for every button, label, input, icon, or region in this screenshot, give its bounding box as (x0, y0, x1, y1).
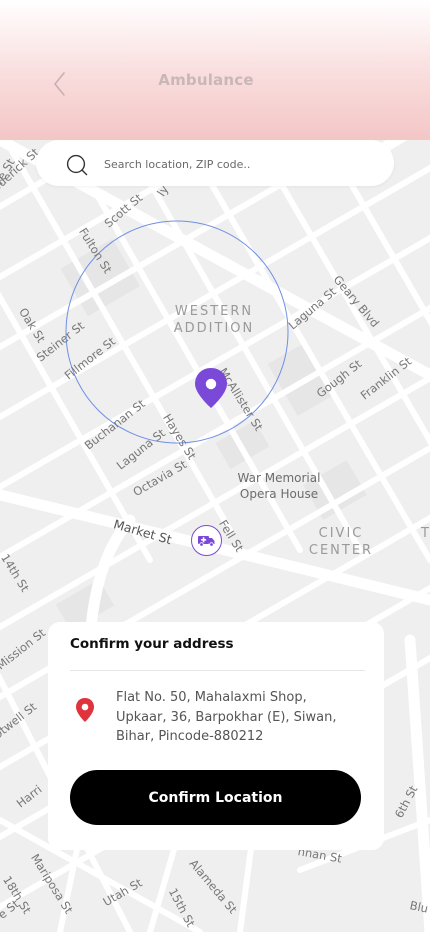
confirm-address-card: Confirm your address Flat No. 50, Mahala… (48, 622, 384, 850)
confirm-location-button[interactable]: Confirm Location (70, 770, 361, 825)
poi-opera-house: War Memorial Opera House (237, 471, 321, 501)
area-label-western-addition: WESTERN ADDITION (173, 304, 255, 336)
address-text: Flat No. 50, Mahalaxmi Shop, Upkaar, 36,… (116, 690, 337, 744)
search-bar[interactable] (36, 140, 394, 186)
area-label-edge: T (421, 526, 430, 541)
location-pin-icon[interactable] (193, 367, 229, 409)
page-title: Ambulance (158, 71, 254, 89)
divider (70, 670, 365, 671)
map-marker-icon (76, 698, 94, 722)
app-header: Ambulance (0, 0, 430, 140)
area-label-civic-center: CIVIC CENTER (308, 526, 374, 558)
search-input[interactable] (102, 152, 376, 176)
ambulance-icon[interactable] (191, 525, 222, 556)
search-icon (66, 154, 88, 176)
card-title: Confirm your address (70, 636, 234, 652)
